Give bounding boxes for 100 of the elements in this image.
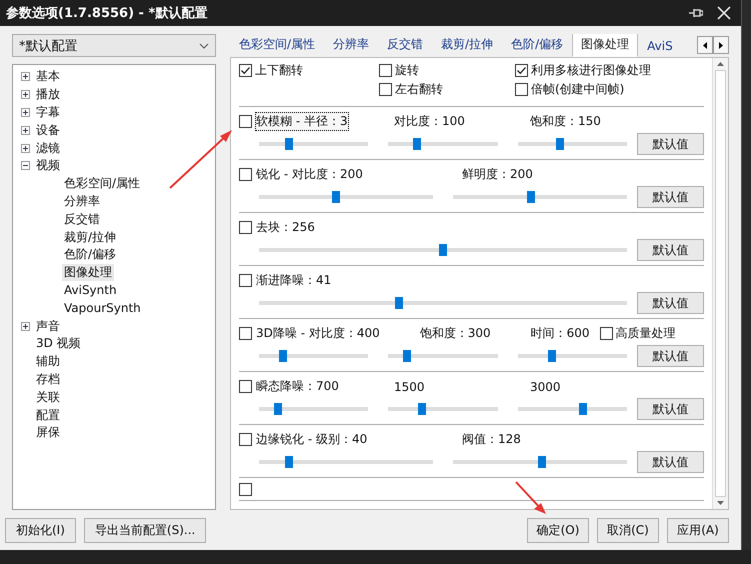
slider-thumb[interactable]	[412, 138, 421, 150]
tree-item[interactable]: 滤镜	[34, 140, 62, 157]
filter-label: 边缘锐化 - 级别：40	[255, 431, 368, 448]
default-button[interactable]: 默认值	[637, 186, 704, 208]
scroll-right-button[interactable]	[713, 36, 729, 54]
tree-item[interactable]: 存档	[34, 370, 62, 388]
tree-item[interactable]: 分辨率	[62, 192, 102, 210]
slider-thumb[interactable]	[394, 297, 403, 309]
default-button[interactable]: 默认值	[637, 451, 704, 473]
scrollbar-thumb[interactable]	[715, 70, 726, 497]
filter-label: 对比度：100	[393, 113, 466, 130]
footer-button[interactable]: 应用(A)	[667, 518, 729, 542]
scrollbar[interactable]	[712, 58, 728, 509]
tab[interactable]: 分辨率	[324, 34, 378, 57]
slider-thumb[interactable]	[579, 403, 588, 415]
tree-item[interactable]: 声音	[34, 318, 62, 335]
tree-item[interactable]: 色彩空间/属性	[62, 175, 142, 192]
default-button[interactable]: 默认值	[637, 345, 704, 367]
scroll-left-button[interactable]	[697, 36, 713, 54]
option-label: 旋转	[395, 62, 419, 79]
option-label: 高质量处理	[616, 325, 676, 342]
checkbox[interactable]	[239, 483, 252, 496]
close-icon[interactable]	[717, 6, 731, 20]
filter-label: 软模糊 - 半径：3	[255, 112, 349, 131]
slider-thumb[interactable]	[279, 350, 288, 362]
slider-thumb[interactable]	[439, 244, 447, 256]
tab[interactable]: 反交错	[378, 34, 432, 57]
tree-item[interactable]: 裁剪/拉伸	[62, 228, 118, 246]
option-label: 利用多核进行图像处理	[531, 62, 651, 79]
tab[interactable]: 色彩空间/属性	[230, 34, 324, 57]
triangle-down-icon	[717, 501, 724, 505]
filter-label: 1500	[393, 378, 426, 394]
tab[interactable]: 裁剪/拉伸	[432, 34, 502, 57]
slider-thumb[interactable]	[418, 403, 426, 415]
tree-item[interactable]: 字幕	[34, 104, 62, 121]
collapse-icon[interactable]	[21, 161, 30, 170]
tab[interactable]: 图像处理	[572, 34, 638, 57]
filter-label: 3D降噪 - 对比度：400	[255, 325, 381, 342]
slider-thumb[interactable]	[274, 403, 282, 415]
checkbox[interactable]	[600, 327, 613, 340]
default-button[interactable]: 默认值	[637, 133, 704, 155]
tree-item[interactable]: AviSynth	[62, 283, 119, 298]
slider-thumb[interactable]	[284, 456, 293, 468]
slider-thumb[interactable]	[548, 350, 556, 362]
tree-item[interactable]: 色阶/偏移	[62, 246, 118, 264]
profile-select[interactable]: *默认配置	[12, 34, 216, 57]
expand-icon[interactable]	[21, 72, 30, 82]
pin-icon[interactable]	[689, 7, 703, 19]
checkbox[interactable]	[239, 380, 252, 393]
slider-thumb[interactable]	[538, 456, 546, 468]
checkbox[interactable]	[239, 221, 252, 234]
slider-thumb[interactable]	[527, 191, 536, 203]
expand-icon[interactable]	[21, 126, 30, 135]
tree-item[interactable]: 辅助	[34, 353, 62, 370]
checkbox[interactable]	[379, 64, 392, 77]
slider-thumb[interactable]	[556, 138, 564, 150]
tree-item[interactable]: 图像处理	[62, 264, 114, 282]
tree-item[interactable]: 基本	[34, 68, 62, 86]
tree-item[interactable]: 配置	[34, 406, 62, 424]
expand-icon[interactable]	[21, 108, 30, 117]
tree-item[interactable]: 屏保	[34, 424, 62, 442]
default-button[interactable]: 默认值	[637, 398, 704, 420]
tree-item[interactable]: 反交错	[62, 210, 102, 228]
default-button[interactable]: 默认值	[637, 239, 704, 261]
option-label: 上下翻转	[255, 62, 303, 79]
slider-thumb[interactable]	[402, 350, 411, 362]
slider-thumb[interactable]	[332, 191, 340, 203]
footer-button[interactable]: 初始化(I)	[5, 518, 76, 542]
tab[interactable]: 色阶/偏移	[502, 34, 572, 57]
checkbox[interactable]	[515, 83, 528, 96]
tab[interactable]: AviS	[638, 35, 682, 57]
checkbox[interactable]	[239, 274, 252, 287]
tree-item[interactable]: 关联	[34, 388, 62, 406]
tree-item[interactable]: VapourSynth	[62, 301, 143, 316]
checkbox[interactable]	[239, 327, 252, 340]
window-title: 参数选项(1.7.8556) - *默认配置	[6, 5, 208, 22]
checkbox[interactable]	[239, 64, 252, 77]
filter-label: 鲜明度：200	[461, 166, 534, 183]
checkbox[interactable]	[515, 64, 528, 77]
checkbox[interactable]	[379, 83, 392, 96]
filter-label: 时间：600	[530, 325, 591, 342]
tree-item[interactable]: 设备	[34, 122, 62, 139]
expand-icon[interactable]	[21, 90, 30, 100]
footer-button[interactable]: 导出当前配置(S)...	[84, 518, 206, 542]
filter-label: 锐化 - 对比度：200	[255, 166, 364, 183]
expand-icon[interactable]	[21, 144, 30, 153]
option-label: 倍帧(创建中间帧)	[531, 81, 624, 98]
footer-button[interactable]: 取消(C)	[597, 518, 659, 542]
footer-button[interactable]: 确定(O)	[527, 518, 589, 542]
annotation-arrow	[514, 480, 548, 516]
tree-item[interactable]: 播放	[34, 86, 62, 104]
default-button[interactable]: 默认值	[637, 292, 704, 314]
checkbox[interactable]	[239, 168, 252, 181]
checkbox[interactable]	[239, 433, 252, 446]
triangle-right-icon	[719, 42, 723, 48]
slider-thumb[interactable]	[284, 138, 293, 150]
tree-item[interactable]: 3D 视频	[34, 335, 83, 352]
expand-icon[interactable]	[21, 322, 30, 331]
tree-item[interactable]: 视频	[34, 157, 62, 174]
checkbox[interactable]	[239, 115, 252, 128]
